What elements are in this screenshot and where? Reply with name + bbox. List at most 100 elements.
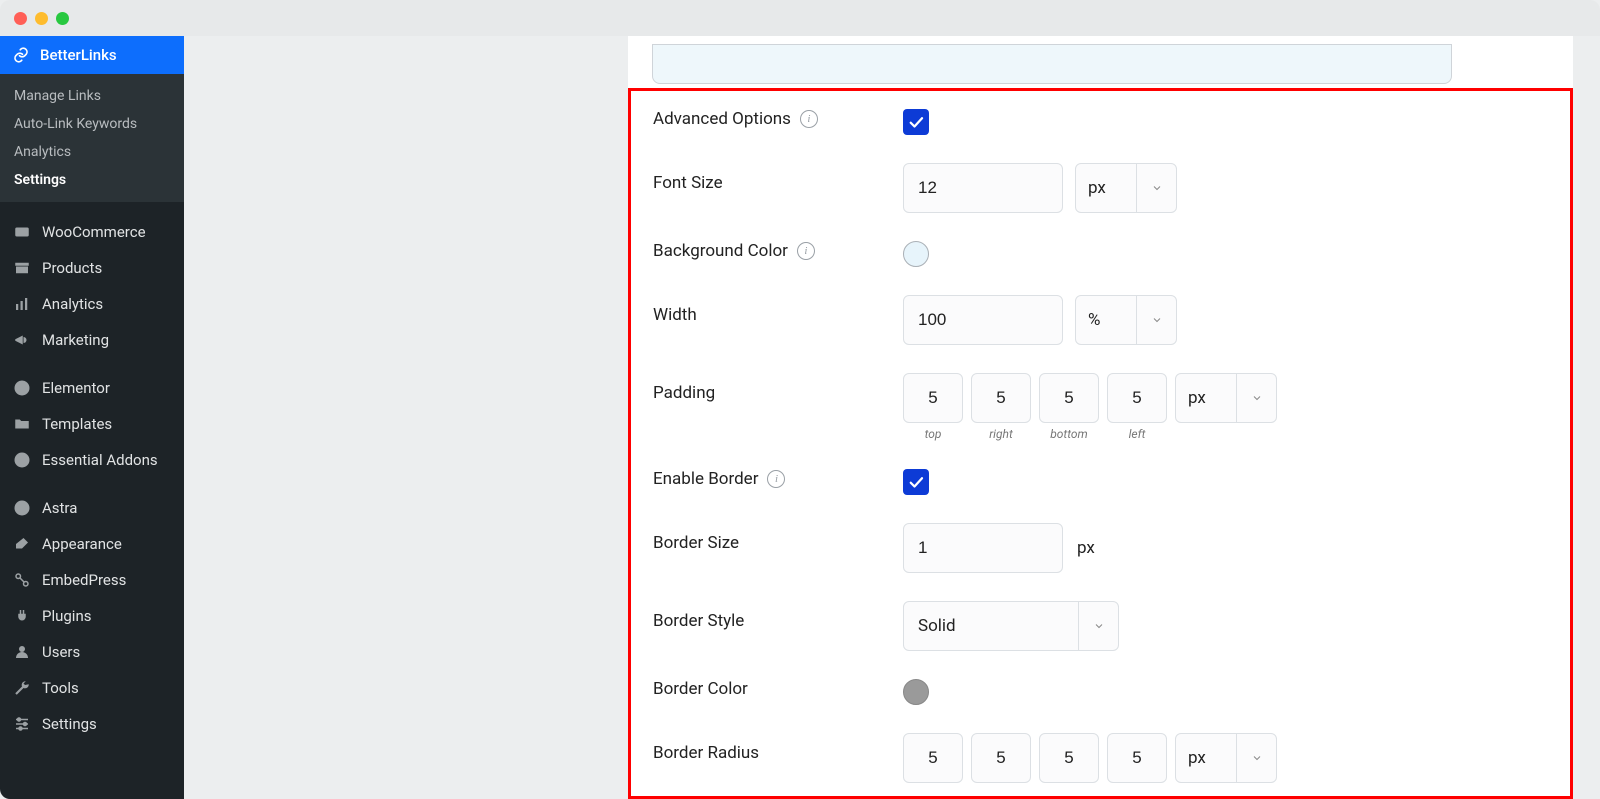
- label-border-color: Border Color: [653, 679, 903, 699]
- sidebar-item-plugins[interactable]: Plugins: [0, 598, 184, 634]
- sidebar-item-betterlinks[interactable]: BetterLinks: [0, 36, 184, 74]
- sidebar-item-woocommerce[interactable]: WooCommerce: [0, 214, 184, 250]
- width-input[interactable]: [903, 295, 1063, 345]
- sidebar-label: Templates: [42, 415, 112, 433]
- border-color-swatch[interactable]: [903, 679, 929, 705]
- sidebar-item-appearance[interactable]: Appearance: [0, 526, 184, 562]
- sidebar-item-essential[interactable]: Essential Addons: [0, 442, 184, 478]
- close-icon[interactable]: [14, 12, 27, 25]
- sidebar-label: Astra: [42, 499, 77, 517]
- highlight-box: Advanced Options i Font Size: [628, 88, 1573, 799]
- minimize-icon[interactable]: [35, 12, 48, 25]
- sidebar-item-settings[interactable]: Settings: [0, 706, 184, 742]
- sidebar-label: Essential Addons: [42, 451, 158, 469]
- padding-left-input[interactable]: [1107, 373, 1167, 423]
- font-size-input[interactable]: [903, 163, 1063, 213]
- select-value: px: [1176, 748, 1236, 768]
- chevron-down-icon: [1078, 602, 1118, 650]
- folder-icon: [12, 414, 32, 434]
- info-icon[interactable]: i: [797, 242, 815, 260]
- border-radius-4-input[interactable]: [1107, 733, 1167, 783]
- brush-icon: [12, 534, 32, 554]
- archive-icon: [12, 258, 32, 278]
- padding-top-input[interactable]: [903, 373, 963, 423]
- astra-icon: [12, 498, 32, 518]
- sublabel: left: [1129, 427, 1146, 441]
- content-area: Advanced Options i Font Size: [184, 36, 1600, 799]
- advanced-options-checkbox[interactable]: [903, 109, 929, 135]
- label-advanced-options: Advanced Options i: [653, 109, 903, 129]
- width-unit-select[interactable]: %: [1075, 295, 1177, 345]
- border-radius-1-input[interactable]: [903, 733, 963, 783]
- submenu: Manage Links Auto-Link Keywords Analytic…: [0, 74, 184, 202]
- info-icon[interactable]: i: [767, 470, 785, 488]
- select-value: px: [1076, 178, 1136, 198]
- select-value: %: [1076, 310, 1136, 330]
- sidebar-label: Plugins: [42, 607, 91, 625]
- link-icon: [12, 46, 30, 64]
- padding-bottom-input[interactable]: [1039, 373, 1099, 423]
- sublabel: bottom: [1050, 427, 1088, 441]
- sidebar-label: Settings: [42, 715, 97, 733]
- select-value: Solid: [904, 616, 1078, 636]
- label-border-size: Border Size: [653, 523, 903, 553]
- submenu-analytics[interactable]: Analytics: [0, 138, 184, 166]
- plug-icon: [12, 606, 32, 626]
- sidebar-item-embedpress[interactable]: EmbedPress: [0, 562, 184, 598]
- sidebar-label: Products: [42, 259, 102, 277]
- border-radius-2-input[interactable]: [971, 733, 1031, 783]
- sidebar-label: EmbedPress: [42, 571, 126, 589]
- sidebar-label: Marketing: [42, 331, 109, 349]
- elementor-icon: [12, 378, 32, 398]
- chevron-down-icon: [1136, 164, 1176, 212]
- sidebar-item-tools[interactable]: Tools: [0, 670, 184, 706]
- user-icon: [12, 642, 32, 662]
- border-radius-unit-select[interactable]: px: [1175, 733, 1277, 783]
- unit-label: px: [1075, 538, 1095, 558]
- sidebar-item-analytics[interactable]: Analytics: [0, 286, 184, 322]
- sidebar-item-elementor[interactable]: Elementor: [0, 370, 184, 406]
- sidebar-label: Users: [42, 643, 80, 661]
- bar-chart-icon: [12, 294, 32, 314]
- submenu-manage-links[interactable]: Manage Links: [0, 82, 184, 110]
- chevron-down-icon: [1236, 734, 1276, 782]
- border-size-input[interactable]: [903, 523, 1063, 573]
- woocommerce-icon: [12, 222, 32, 242]
- chevron-down-icon: [1136, 296, 1176, 344]
- select-value: px: [1176, 388, 1236, 408]
- enable-border-checkbox[interactable]: [903, 469, 929, 495]
- sidebar-item-astra[interactable]: Astra: [0, 490, 184, 526]
- border-radius-3-input[interactable]: [1039, 733, 1099, 783]
- embed-icon: [12, 570, 32, 590]
- sidebar-item-marketing[interactable]: Marketing: [0, 322, 184, 358]
- addons-icon: [12, 450, 32, 470]
- padding-unit-select[interactable]: px: [1175, 373, 1277, 423]
- background-color-swatch[interactable]: [903, 241, 929, 267]
- admin-sidebar: BetterLinks Manage Links Auto-Link Keywo…: [0, 36, 184, 799]
- sublabel: top: [925, 427, 942, 441]
- label-border-radius: Border Radius: [653, 733, 903, 763]
- plugin-name: BetterLinks: [40, 46, 117, 64]
- label-width: Width: [653, 295, 903, 325]
- border-style-select[interactable]: Solid: [903, 601, 1119, 651]
- sidebar-label: WooCommerce: [42, 223, 146, 241]
- sidebar-label: Analytics: [42, 295, 103, 313]
- submenu-settings[interactable]: Settings: [0, 166, 184, 194]
- sidebar-label: Appearance: [42, 535, 122, 553]
- prev-field-partial: [652, 44, 1452, 84]
- sidebar-item-users[interactable]: Users: [0, 634, 184, 670]
- info-icon[interactable]: i: [800, 110, 818, 128]
- sidebar-item-products[interactable]: Products: [0, 250, 184, 286]
- label-border-style: Border Style: [653, 601, 903, 631]
- sidebar-item-templates[interactable]: Templates: [0, 406, 184, 442]
- label-padding: Padding: [653, 373, 903, 403]
- label-font-size: Font Size: [653, 163, 903, 193]
- submenu-autolink[interactable]: Auto-Link Keywords: [0, 110, 184, 138]
- font-size-unit-select[interactable]: px: [1075, 163, 1177, 213]
- maximize-icon[interactable]: [56, 12, 69, 25]
- sidebar-label: Tools: [42, 679, 79, 697]
- label-enable-border: Enable Border i: [653, 469, 903, 489]
- settings-panel: Advanced Options i Font Size: [628, 36, 1573, 799]
- padding-right-input[interactable]: [971, 373, 1031, 423]
- chevron-down-icon: [1236, 374, 1276, 422]
